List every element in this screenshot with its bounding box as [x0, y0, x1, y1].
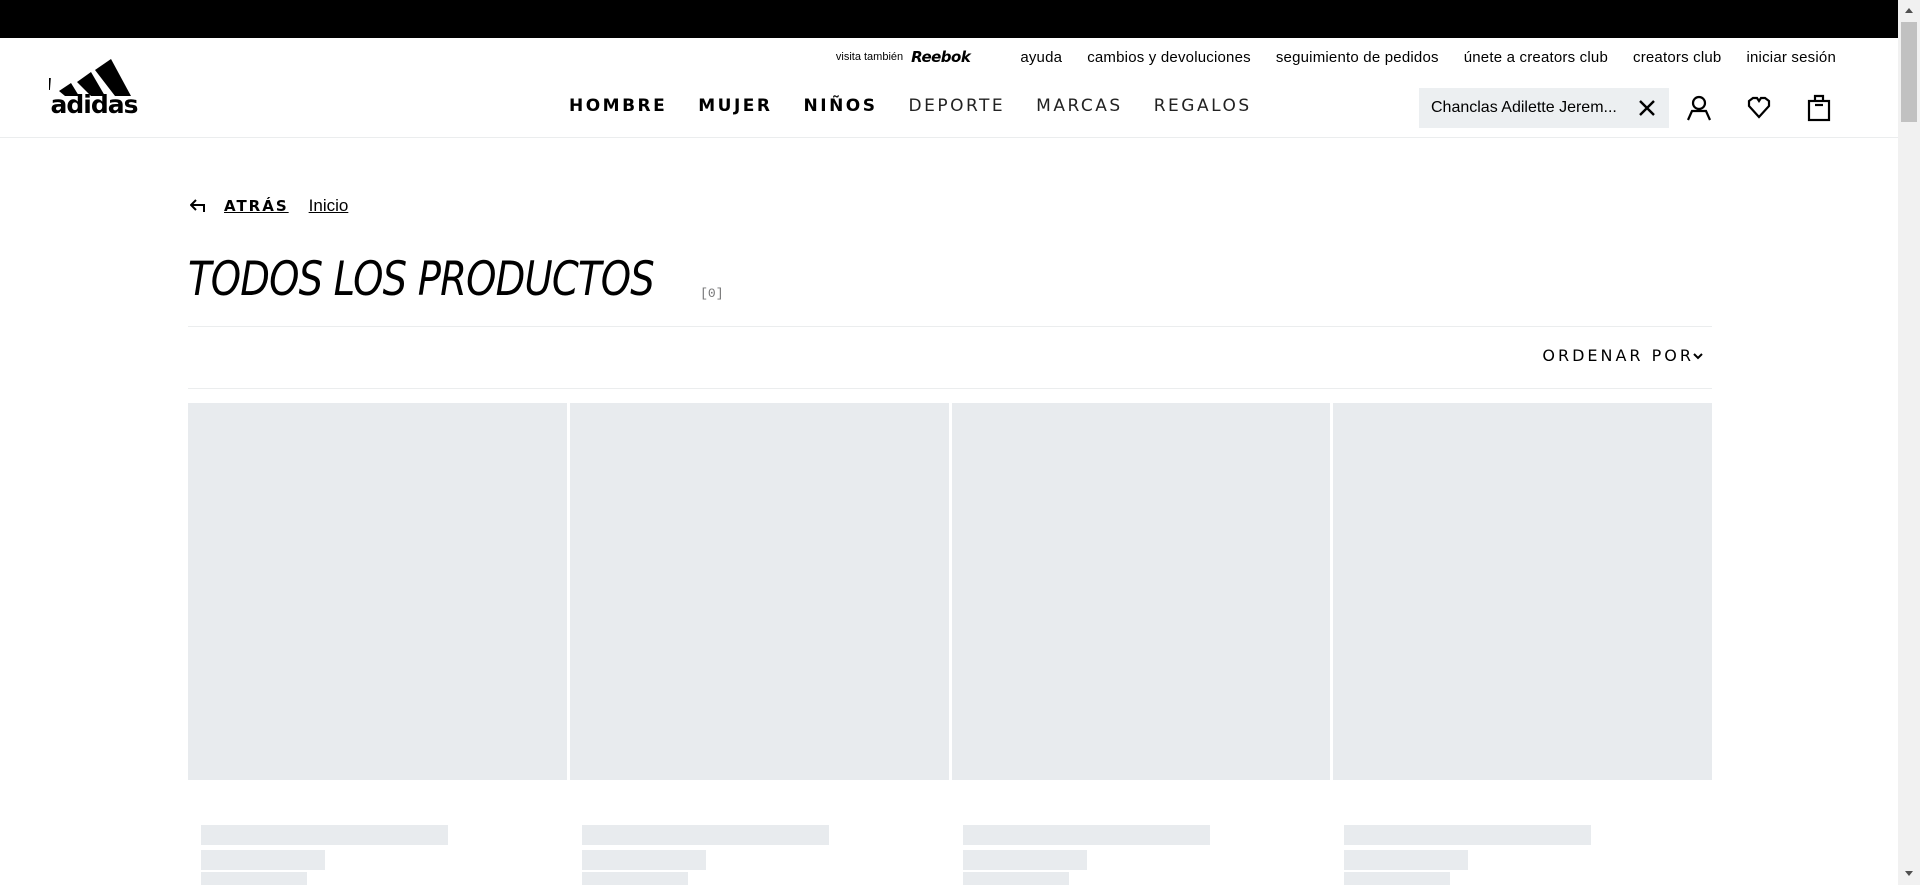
- back-label: ATRÁS: [224, 197, 289, 215]
- divider: [188, 326, 1712, 327]
- scroll-up-icon[interactable]: [1904, 6, 1914, 14]
- nav-item-hombre[interactable]: HOMBRE: [569, 96, 667, 116]
- product-card-placeholder: [569, 403, 949, 780]
- divider: [188, 388, 1712, 389]
- skeleton-line: [201, 850, 325, 870]
- product-card-placeholder: [951, 403, 1331, 780]
- visit-also-label: visita también: [835, 51, 904, 63]
- search-input[interactable]: [1431, 99, 1621, 117]
- login-link[interactable]: iniciar sesión: [1746, 49, 1836, 66]
- join-creators-club-link[interactable]: únete a creators club: [1464, 49, 1608, 66]
- skeleton-line: [582, 825, 829, 845]
- skeleton-line: [1344, 872, 1450, 885]
- nav-item-deporte[interactable]: DEPORTE: [909, 96, 1006, 116]
- page-heading: TODOS LOS PRODUCTOS [0]: [188, 256, 724, 303]
- nav-item-marcas[interactable]: MARCAS: [1036, 96, 1123, 116]
- sort-label: ORDENAR POR: [1542, 346, 1694, 365]
- returns-link[interactable]: cambios y devoluciones: [1087, 49, 1251, 66]
- sort-dropdown[interactable]: ORDENAR POR: [1542, 346, 1704, 365]
- product-count: [0]: [700, 286, 724, 301]
- breadcrumb: ATRÁS Inicio: [190, 196, 348, 216]
- chevron-down-icon: [1693, 352, 1703, 359]
- skeleton-line: [963, 850, 1087, 870]
- scrollbar-thumb[interactable]: [1901, 22, 1917, 122]
- user-icon[interactable]: [1685, 94, 1713, 122]
- creators-club-link[interactable]: creators club: [1633, 49, 1721, 66]
- skeleton-line: [1344, 850, 1468, 870]
- product-grid: [188, 403, 1712, 780]
- main-nav: HOMBRE MUJER NIÑOS DEPORTE MARCAS REGALO…: [569, 96, 1283, 116]
- site-header: adidas visita también Reebok ayuda cambi…: [0, 38, 1898, 138]
- close-icon[interactable]: [1637, 98, 1657, 118]
- skeleton-line: [201, 825, 448, 845]
- skeleton-line: [963, 872, 1069, 885]
- nav-item-mujer[interactable]: MUJER: [698, 96, 772, 116]
- reebok-brand-link[interactable]: Reebok: [911, 48, 971, 66]
- nav-item-regalos[interactable]: REGALOS: [1154, 96, 1252, 116]
- skeleton-line: [1344, 825, 1591, 845]
- back-arrow-icon: [190, 199, 205, 212]
- product-card-placeholder: [188, 403, 567, 780]
- help-link[interactable]: ayuda: [1020, 49, 1062, 66]
- skeleton-line: [201, 872, 307, 885]
- breadcrumb-home-link[interactable]: Inicio: [309, 196, 349, 216]
- nav-item-ninos[interactable]: NIÑOS: [804, 96, 878, 116]
- skeleton-line: [582, 872, 688, 885]
- search-box: [1419, 88, 1669, 128]
- shopping-bag-icon[interactable]: [1805, 94, 1833, 122]
- page-title: TODOS LOS PRODUCTOS: [188, 252, 655, 307]
- top-promo-bar: [0, 0, 1920, 38]
- logo-wordmark: adidas: [50, 90, 139, 119]
- skeleton-line: [582, 850, 706, 870]
- product-card-placeholder: [1333, 403, 1712, 780]
- wishlist-heart-icon[interactable]: [1745, 94, 1773, 122]
- order-tracking-link[interactable]: seguimiento de pedidos: [1276, 49, 1439, 66]
- scroll-down-icon[interactable]: [1904, 870, 1914, 878]
- utility-nav: visita también Reebok ayuda cambios y de…: [836, 47, 1836, 67]
- back-button[interactable]: ATRÁS: [190, 197, 289, 215]
- skeleton-line: [963, 825, 1210, 845]
- scrollbar-track[interactable]: [1898, 0, 1920, 885]
- adidas-logo[interactable]: adidas: [49, 58, 139, 118]
